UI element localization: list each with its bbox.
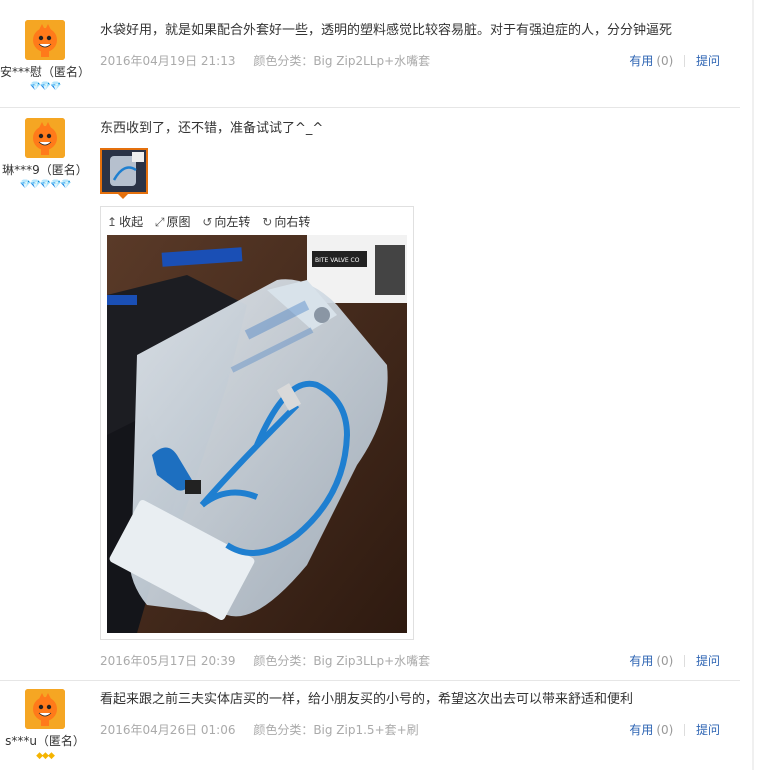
review-actions: 有用 (0) 提问: [629, 652, 720, 669]
review-meta: 2016年05月17日 20:39 颜色分类：Big Zip3LLp+水嘴套: [100, 652, 430, 669]
divider: [684, 724, 686, 736]
divider: [684, 55, 686, 67]
review-date: 2016年04月19日 21:13: [100, 54, 236, 68]
useful-button[interactable]: 有用: [629, 54, 653, 68]
review-actions: 有用 (0) 提问: [629, 52, 720, 69]
review-variant: 颜色分类：Big Zip2LLp+水嘴套: [253, 54, 431, 68]
review-text: 水袋好用，就是如果配合外套好一些，透明的塑料感觉比较容易脏。对于有强迫症的人，分…: [100, 23, 673, 38]
avatar: [25, 118, 65, 158]
original-label: 原图: [166, 215, 191, 229]
reviewer-nickname: s***u（匿名）: [5, 734, 85, 748]
review-text: 看起来跟之前三夫实体店买的一样，给小朋友买的小号的，希望这次出去可以带来舒适和便…: [100, 692, 634, 707]
review-photo: BITE VALVE CO: [107, 235, 407, 633]
useful-button[interactable]: 有用: [629, 723, 653, 737]
avatar: [25, 20, 65, 60]
useful-count: (0): [656, 723, 674, 737]
reviewer-info: 安***慰（匿名） 💎💎💎: [0, 20, 90, 92]
image-viewer-toolbar: ↥ 收起 ⤢ 原图 ↺ 向左转 ↻ 向右转: [107, 213, 318, 230]
review-date: 2016年04月26日 01:06: [100, 723, 236, 737]
reviewer-level-badge: 💎💎💎💎💎: [19, 180, 71, 190]
rotate-right-label: 向右转: [274, 215, 311, 229]
image-viewer: ↥ 收起 ⤢ 原图 ↺ 向左转 ↻ 向右转 BITE VALVE CO: [100, 206, 414, 640]
review-text: 东西收到了，还不错，准备试试了^_^: [100, 121, 324, 136]
review-variant: 颜色分类：Big Zip1.5+套+刷: [253, 723, 419, 737]
reviewer-nickname: 琳***9（匿名）: [2, 163, 88, 177]
reviewer-info: 琳***9（匿名） 💎💎💎💎💎: [0, 118, 90, 190]
thumbnail-pointer: [117, 193, 129, 199]
ask-button[interactable]: 提问: [696, 723, 720, 737]
rotate-left-label: 向左转: [214, 215, 251, 229]
avatar: [25, 689, 65, 729]
reviewer-info: s***u（匿名） ◆◆◆: [0, 689, 90, 761]
arrow-up-icon: ↥: [107, 215, 118, 229]
review-actions: 有用 (0) 提问: [629, 721, 720, 738]
ask-button[interactable]: 提问: [696, 54, 720, 68]
review-meta: 2016年04月19日 21:13 颜色分类：Big Zip2LLp+水嘴套: [100, 52, 430, 69]
reviewer-nickname: 安***慰（匿名）: [0, 65, 91, 79]
expand-icon: ⤢: [154, 215, 165, 229]
rotate-left-icon: ↺: [202, 215, 213, 229]
reviewer-level-badge: ◆◆◆: [36, 751, 55, 761]
review-date: 2016年05月17日 20:39: [100, 654, 236, 668]
reviewer-level-badge: 💎💎💎: [29, 82, 62, 92]
useful-count: (0): [656, 654, 674, 668]
rotate-right-icon: ↻: [262, 215, 273, 229]
useful-button[interactable]: 有用: [629, 654, 653, 668]
ask-button[interactable]: 提问: [696, 654, 720, 668]
rotate-right-button[interactable]: ↻ 向右转: [262, 215, 310, 229]
scrollbar[interactable]: [752, 0, 754, 770]
useful-count: (0): [656, 54, 674, 68]
original-image-button[interactable]: ⤢ 原图: [155, 215, 191, 229]
collapse-button[interactable]: ↥ 收起: [107, 215, 143, 229]
collapse-label: 收起: [119, 215, 144, 229]
review-photo-thumbnail[interactable]: [100, 148, 148, 194]
divider: [684, 655, 686, 667]
review-item: s***u（匿名） ◆◆◆ 看起来跟之前三夫实体店买的一样，给小朋友买的小号的，…: [0, 681, 740, 770]
box-label: BITE VALVE CO: [315, 257, 360, 264]
review-item: 安***慰（匿名） 💎💎💎 水袋好用，就是如果配合外套好一些，透明的塑料感觉比较…: [0, 0, 740, 108]
review-meta: 2016年04月26日 01:06 颜色分类：Big Zip1.5+套+刷: [100, 721, 419, 738]
rotate-left-button[interactable]: ↺ 向左转: [202, 215, 250, 229]
review-variant: 颜色分类：Big Zip3LLp+水嘴套: [253, 654, 431, 668]
